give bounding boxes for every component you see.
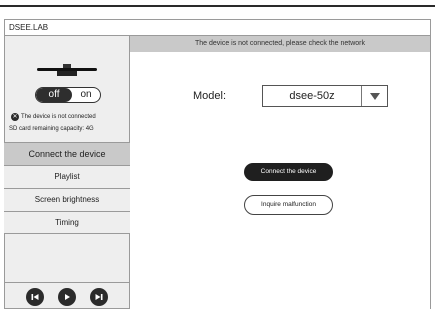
play-icon[interactable] (58, 287, 76, 306)
window-title: DSEE.LAB (4, 19, 431, 35)
led-screen-device-icon (37, 64, 97, 76)
toggle-off-label: off (36, 88, 72, 102)
dropdown-arrow-icon[interactable] (361, 86, 387, 106)
connection-status-text: The device is not connected (21, 114, 96, 120)
sd-capacity-text: SD card remaining capacity: 4G (9, 126, 94, 132)
top-divider (0, 5, 435, 7)
sidebar-item-screen-brightness[interactable]: Screen brightness (4, 188, 130, 211)
model-select[interactable]: dsee-50z (262, 85, 388, 107)
sidebar-menu: Connect the device Playlist Screen brigh… (4, 142, 130, 234)
sidebar-item-connect-device[interactable]: Connect the device (4, 142, 130, 165)
sidebar-item-playlist[interactable]: Playlist (4, 165, 130, 188)
model-select-value: dsee-50z (289, 90, 335, 102)
toggle-on-label: on (80, 89, 92, 100)
skip-previous-icon[interactable] (26, 287, 44, 306)
model-label: Model: (193, 90, 227, 102)
sidebar: off on ✕ The device is not connected SD … (4, 35, 130, 309)
network-warning-banner: The device is not connected, please chec… (130, 36, 430, 52)
player-controls (4, 282, 130, 309)
skip-next-icon[interactable] (90, 287, 108, 306)
error-x-icon: ✕ (11, 113, 19, 121)
connection-status: ✕ The device is not connected (11, 113, 129, 121)
power-toggle[interactable]: off on (35, 87, 101, 103)
connect-device-button[interactable]: Connect the device (244, 163, 333, 181)
inquire-malfunction-button[interactable]: Inquire malfunction (244, 195, 333, 215)
sidebar-item-timing[interactable]: Timing (4, 211, 130, 234)
main-panel: The device is not connected, please chec… (130, 35, 431, 309)
